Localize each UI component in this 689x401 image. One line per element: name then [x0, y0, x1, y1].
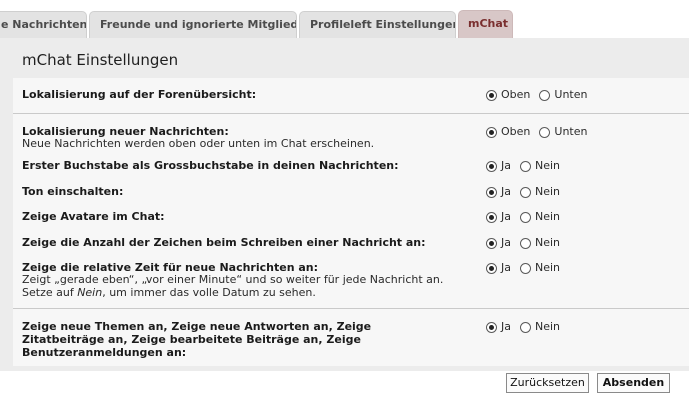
radio-ja[interactable]: [486, 212, 497, 223]
setting-description: Setze auf Nein, um immer das volle Datum…: [22, 287, 316, 299]
setting-options-show-events: Ja Nein: [486, 320, 569, 333]
radio-oben[interactable]: [486, 90, 497, 101]
setting-label-avatars: Zeige Avatare im Chat:: [22, 210, 165, 223]
tab-freunde-ignorierte[interactable]: Freunde und ignorierte Mitglieder: [89, 11, 297, 38]
page-title: mChat Einstellungen: [22, 51, 179, 69]
radio-label-ja: Ja: [501, 159, 511, 172]
tab-profileleft-einstellungen[interactable]: Profileleft Einstellungen: [299, 11, 456, 38]
setting-label-show-events: Zeige neue Themen an, Zeige neue Antwort…: [22, 320, 372, 333]
tab-bar: e Nachrichten Freunde und ignorierte Mit…: [0, 0, 689, 38]
setting-options-char-count: Ja Nein: [486, 236, 569, 249]
divider: [13, 308, 689, 309]
radio-label-ja: Ja: [501, 261, 511, 274]
setting-label-index-location: Lokalisierung auf der Forenübersicht:: [22, 88, 257, 101]
radio-unten[interactable]: [539, 127, 551, 138]
desc-text: Setze auf: [22, 286, 78, 299]
setting-label-show-events: Zitatbeiträge an, Zeige bearbeitete Beit…: [22, 333, 361, 346]
setting-description: Neue Nachrichten werden oben oder unten …: [22, 137, 375, 150]
radio-label-nein: Nein: [535, 185, 561, 198]
radio-nein[interactable]: [520, 238, 531, 249]
radio-oben[interactable]: [486, 127, 497, 138]
reset-button[interactable]: Zurücksetzen: [506, 373, 589, 393]
radio-label-ja: Ja: [501, 185, 511, 198]
setting-options-sound: Ja Nein: [486, 185, 569, 198]
radio-ja[interactable]: [486, 161, 497, 172]
radio-ja[interactable]: [486, 263, 497, 274]
setting-label-sound: Ton einschalten:: [22, 185, 124, 198]
radio-label-ja: Ja: [501, 236, 511, 249]
radio-label-ja: Ja: [501, 320, 511, 333]
setting-label-char-count: Zeige die Anzahl der Zeichen beim Schrei…: [22, 236, 426, 249]
setting-description: Zeigt „gerade eben“, „vor einer Minute“ …: [22, 273, 444, 286]
radio-ja[interactable]: [486, 187, 497, 198]
setting-options-relative-time: Ja Nein: [486, 261, 569, 274]
desc-emphasis: Nein: [77, 286, 103, 299]
radio-nein[interactable]: [520, 212, 531, 223]
setting-label-capitalize: Erster Buchstabe als Grossbuchstabe in d…: [22, 159, 399, 172]
setting-options-avatars: Ja Nein: [486, 210, 569, 223]
setting-options-capitalize: Ja Nein: [486, 159, 569, 172]
radio-label-nein: Nein: [535, 261, 561, 274]
radio-nein[interactable]: [520, 187, 531, 198]
radio-nein[interactable]: [520, 161, 531, 172]
radio-label-oben: Oben: [501, 125, 531, 138]
radio-label-nein: Nein: [535, 159, 561, 172]
divider: [13, 113, 689, 114]
radio-label-nein: Nein: [535, 210, 561, 223]
radio-ja[interactable]: [486, 238, 497, 249]
tab-nachrichten[interactable]: e Nachrichten: [0, 11, 87, 38]
radio-ja[interactable]: [486, 322, 497, 333]
desc-text: , um immer das volle Datum zu sehen.: [102, 286, 316, 299]
radio-label-oben: Oben: [501, 88, 531, 101]
submit-button[interactable]: Absenden: [597, 373, 670, 393]
setting-label-show-events: Benutzeranmeldungen an:: [22, 346, 187, 359]
radio-label-unten: Unten: [554, 88, 588, 101]
radio-nein[interactable]: [520, 263, 531, 274]
radio-label-ja: Ja: [501, 210, 511, 223]
setting-options-new-messages-location: Oben Unten: [486, 125, 596, 138]
radio-nein[interactable]: [520, 322, 531, 333]
radio-label-nein: Nein: [535, 236, 561, 249]
tab-mchat[interactable]: mChat: [458, 10, 513, 38]
radio-label-nein: Nein: [535, 320, 561, 333]
setting-options-index-location: Oben Unten: [486, 88, 596, 101]
radio-unten[interactable]: [539, 90, 551, 101]
radio-label-unten: Unten: [554, 125, 588, 138]
